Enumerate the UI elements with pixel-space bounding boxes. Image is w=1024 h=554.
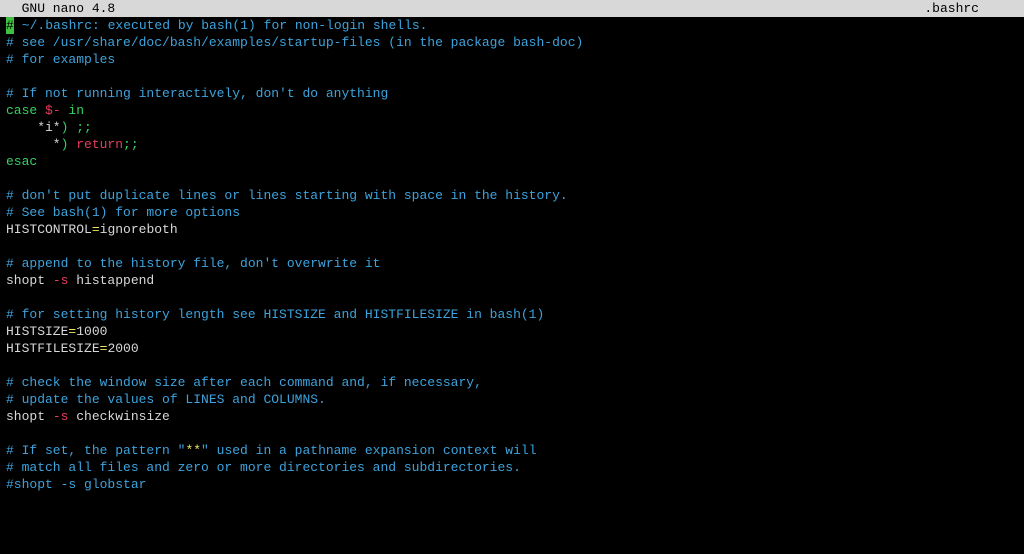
- comment-text: # match all files and zero or more direc…: [6, 460, 521, 475]
- code-line: # If not running interactively, don't do…: [6, 85, 1018, 102]
- code-line: HISTSIZE=1000: [6, 323, 1018, 340]
- code-line: [6, 357, 1018, 374]
- editor-area[interactable]: # ~/.bashrc: executed by bash(1) for non…: [0, 17, 1024, 493]
- comment-text: " used in a pathname expansion context w…: [201, 443, 536, 458]
- comment-text: # don't put duplicate lines or lines sta…: [6, 188, 568, 203]
- code-line: # see /usr/share/doc/bash/examples/start…: [6, 34, 1018, 51]
- variable: $-: [37, 103, 60, 118]
- code-line: shopt -s histappend: [6, 272, 1018, 289]
- code-line: case $- in: [6, 102, 1018, 119]
- comment-text: # check the window size after each comma…: [6, 375, 482, 390]
- keyword: esac: [6, 154, 37, 169]
- code-line: [6, 68, 1018, 85]
- value: ignoreboth: [100, 222, 178, 237]
- code-line: # ~/.bashrc: executed by bash(1) for non…: [6, 17, 1018, 34]
- code-line: # don't put duplicate lines or lines sta…: [6, 187, 1018, 204]
- code-line: # append to the history file, don't over…: [6, 255, 1018, 272]
- code-line: # update the values of LINES and COLUMNS…: [6, 391, 1018, 408]
- code-line: [6, 170, 1018, 187]
- comment-text: ~/.bashrc: executed by bash(1) for non-l…: [14, 18, 427, 33]
- command: shopt: [6, 409, 53, 424]
- code-line: # check the window size after each comma…: [6, 374, 1018, 391]
- code-line: [6, 238, 1018, 255]
- value: 1000: [76, 324, 107, 339]
- code-line: #shopt -s globstar: [6, 476, 1018, 493]
- code-line: [6, 425, 1018, 442]
- identifier: HISTCONTROL: [6, 222, 92, 237]
- filename-label: .bashrc: [924, 0, 1018, 17]
- code-line: # for examples: [6, 51, 1018, 68]
- code-line: HISTFILESIZE=2000: [6, 340, 1018, 357]
- code-line: esac: [6, 153, 1018, 170]
- pattern: *i*: [6, 120, 61, 135]
- comment-text: # append to the history file, don't over…: [6, 256, 380, 271]
- comment-text: #shopt -s globstar: [6, 477, 146, 492]
- code-line: HISTCONTROL=ignoreboth: [6, 221, 1018, 238]
- keyword: case: [6, 103, 37, 118]
- keyword: ;;: [123, 137, 139, 152]
- flag: -s: [53, 273, 69, 288]
- code-line: # If set, the pattern "**" used in a pat…: [6, 442, 1018, 459]
- operator: =: [92, 222, 100, 237]
- comment-text: # See bash(1) for more options: [6, 205, 240, 220]
- code-line: # See bash(1) for more options: [6, 204, 1018, 221]
- keyword: ) ;;: [61, 120, 92, 135]
- cursor: #: [6, 17, 14, 34]
- string-text: **: [185, 443, 201, 458]
- code-line: *) return;;: [6, 136, 1018, 153]
- app-title: GNU nano 4.8: [6, 0, 115, 17]
- argument: histappend: [68, 273, 154, 288]
- code-line: *i*) ;;: [6, 119, 1018, 136]
- command: shopt: [6, 273, 53, 288]
- flag: -s: [53, 409, 69, 424]
- identifier: HISTFILESIZE: [6, 341, 100, 356]
- comment-text: # for examples: [6, 52, 115, 67]
- titlebar: GNU nano 4.8 .bashrc: [0, 0, 1024, 17]
- comment-text: # see /usr/share/doc/bash/examples/start…: [6, 35, 583, 50]
- code-line: [6, 289, 1018, 306]
- code-line: shopt -s checkwinsize: [6, 408, 1018, 425]
- argument: checkwinsize: [68, 409, 169, 424]
- keyword: ): [61, 137, 77, 152]
- comment-text: # If set, the pattern ": [6, 443, 185, 458]
- pattern: *: [6, 137, 61, 152]
- code-line: # for setting history length see HISTSIZ…: [6, 306, 1018, 323]
- code-line: # match all files and zero or more direc…: [6, 459, 1018, 476]
- comment-text: # If not running interactively, don't do…: [6, 86, 388, 101]
- keyword-return: return: [76, 137, 123, 152]
- comment-text: # update the values of LINES and COLUMNS…: [6, 392, 326, 407]
- value: 2000: [107, 341, 138, 356]
- comment-text: # for setting history length see HISTSIZ…: [6, 307, 544, 322]
- keyword: in: [61, 103, 84, 118]
- identifier: HISTSIZE: [6, 324, 68, 339]
